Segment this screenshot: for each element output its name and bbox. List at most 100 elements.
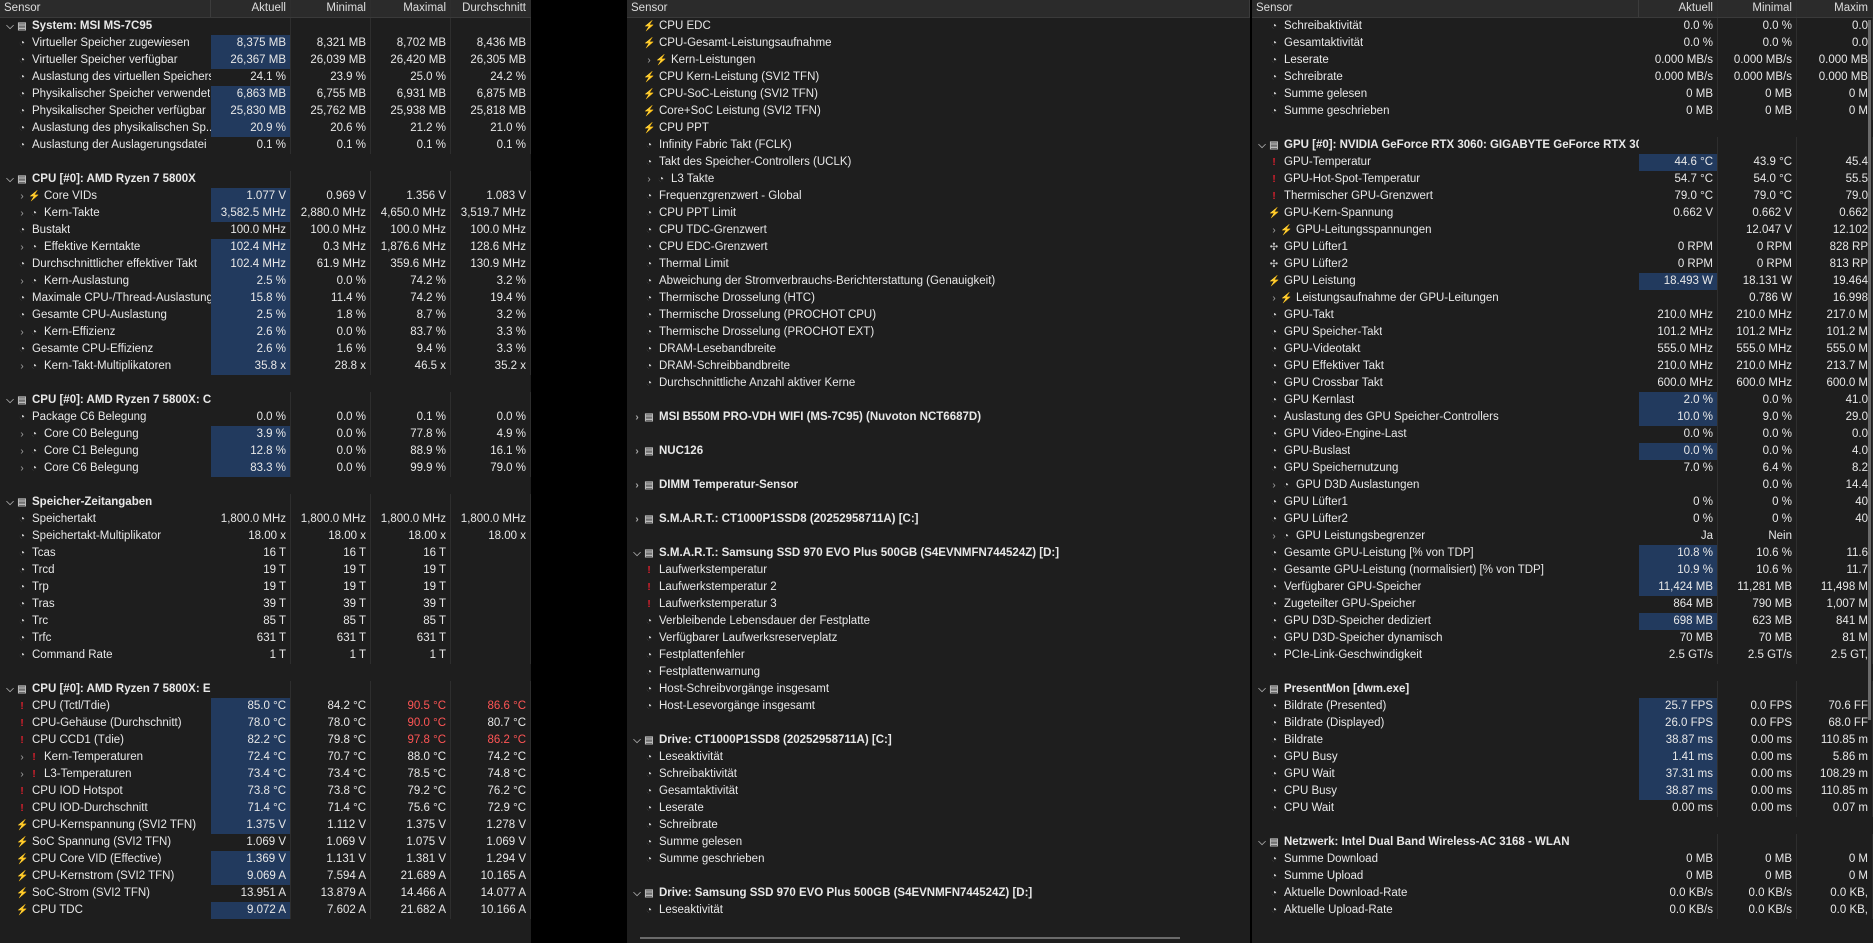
sensor-row[interactable]: ◔ Host-Schreibvorgänge insgesamt <box>627 681 1250 698</box>
sensor-row[interactable]: ◔ Summe gelesen <box>627 834 1250 851</box>
sensor-row[interactable]: ◔ Takt des Speicher-Controllers (UCLK) <box>627 154 1250 171</box>
collapse-icon[interactable]: ⌵ <box>4 392 16 409</box>
expand-icon[interactable]: › <box>643 171 655 188</box>
vertical-scrollbar[interactable] <box>1868 20 1871 720</box>
sensor-row[interactable]: ◔ Durchschnittliche Anzahl aktiver Kerne <box>627 375 1250 392</box>
sensor-row[interactable]: ⚡ CPU-Gesamt-Leistungsaufnahme <box>627 35 1250 52</box>
sensor-group-header[interactable]: ⌵ ▤ PresentMon [dwm.exe] <box>1252 681 1873 698</box>
collapse-icon[interactable]: ⌵ <box>631 885 643 902</box>
sensor-row[interactable]: ◔ Trc 85 T 85 T 85 T <box>0 613 531 630</box>
sensor-group-header[interactable]: ⌵ ▤ S.M.A.R.T.: Samsung SSD 970 EVO Plus 5… <box>627 545 1250 562</box>
column-max[interactable]: Maxim <box>1797 0 1873 17</box>
sensor-row[interactable]: › ⚡ Leistungsaufnahme der GPU-Leitungen 0.7… <box>1252 290 1873 307</box>
sensor-row[interactable]: ›! L3-Temperaturen 73.4 °C 73.4 °C 78.5 °C 74… <box>0 766 531 783</box>
sensor-group-header[interactable]: ⌵ ▤ Drive: Samsung SSD 970 EVO Plus 500GB … <box>627 885 1250 902</box>
column-max[interactable]: Maximal <box>371 0 451 17</box>
sensor-row[interactable]: ◔ Bildrate (Presented) 25.7 FPS 0.0 FPS 70.6… <box>1252 698 1873 715</box>
expand-icon[interactable]: › <box>1268 290 1280 307</box>
sensor-group-header[interactable]: ⌵ ▤ GPU [#0]: NVIDIA GeForce RTX 3060: GIG… <box>1252 137 1873 154</box>
sensor-row[interactable]: ! Laufwerkstemperatur 2 <box>627 579 1250 596</box>
sensor-row[interactable]: ◔ Auslastung des virtuellen Speichers 24.1… <box>0 69 531 86</box>
sensor-row[interactable]: ◔ Tcas 16 T 16 T 16 T <box>0 545 531 562</box>
expand-icon[interactable]: › <box>16 273 28 290</box>
expand-icon[interactable]: › <box>643 52 655 69</box>
sensor-row[interactable]: ◔ GPU Speichernutzung 7.0 % 6.4 % 8.2 <box>1252 460 1873 477</box>
sensor-group-header[interactable]: › ▤ NUC126 <box>627 443 1250 460</box>
sensor-row[interactable]: › ◔ Core C6 Belegung 83.3 % 0.0 % 99.9 % 79.0 … <box>0 460 531 477</box>
sensor-row[interactable]: ⚡ CPU-Kernstrom (SVI2 TFN) 9.069 A 7.594 A2… <box>0 868 531 885</box>
sensor-row[interactable]: ◔ Schreibaktivität 0.0 % 0.0 % 0.0 <box>1252 18 1873 35</box>
sensor-row[interactable]: ⚡ CPU-SoC-Leistung (SVI2 TFN) <box>627 86 1250 103</box>
sensor-row[interactable]: ! CPU IOD Hotspot 73.8 °C 73.8 °C 79.2 °C 76.… <box>0 783 531 800</box>
sensor-row[interactable]: ! Laufwerkstemperatur 3 <box>627 596 1250 613</box>
sensor-row[interactable]: ◔ Thermische Drosselung (PROCHOT CPU) <box>627 307 1250 324</box>
sensor-row[interactable]: ◔ Speichertakt 1,800.0 MHz 1,800.0 MHz 1,800… <box>0 511 531 528</box>
sensor-row[interactable]: ◔ Summe geschrieben 0 MB 0 MB 0 M <box>1252 103 1873 120</box>
sensor-row[interactable]: ◔ CPU Busy 38.87 ms 0.00 ms 110.85 m <box>1252 783 1873 800</box>
collapse-icon[interactable]: ⌵ <box>4 494 16 511</box>
sensor-row[interactable]: ⚡ CPU-Kernspannung (SVI2 TFN) 1.375 V 1.112… <box>0 817 531 834</box>
sensor-row[interactable]: ◔ Leserate <box>627 800 1250 817</box>
sensor-row[interactable]: ⚡ CPU EDC <box>627 18 1250 35</box>
collapse-icon[interactable]: ⌵ <box>4 681 16 698</box>
sensor-group-header[interactable]: › ▤ DIMM Temperatur-Sensor <box>627 477 1250 494</box>
sensor-row[interactable]: ◔ Host-Lesevorgänge insgesamt <box>627 698 1250 715</box>
sensor-row[interactable]: ◔ Summe gelesen 0 MB 0 MB 0 M <box>1252 86 1873 103</box>
sensor-row[interactable]: ◔ Infinity Fabric Takt (FCLK) <box>627 137 1250 154</box>
sensor-row[interactable]: ◔ GPU Video-Engine-Last 0.0 % 0.0 % 0.0 <box>1252 426 1873 443</box>
sensor-row[interactable]: ◔ CPU TDC-Grenzwert <box>627 222 1250 239</box>
sensor-row[interactable]: ◔ Auslastung der Auslagerungsdatei 0.1 % 0.… <box>0 137 531 154</box>
sensor-row[interactable]: ◔ Zugeteilter GPU-Speicher 864 MB 790 MB 1,0… <box>1252 596 1873 613</box>
sensor-row[interactable]: ◔ Aktuelle Upload-Rate 0.0 KB/s 0.0 KB/s 0.0… <box>1252 902 1873 919</box>
sensor-row[interactable]: ! CPU (Tctl/Tdie) 85.0 °C 84.2 °C 90.5 °C 86.… <box>0 698 531 715</box>
sensor-row[interactable]: ›! Kern-Temperaturen 72.4 °C 70.7 °C 88.0 °C… <box>0 749 531 766</box>
sensor-row[interactable]: ⚡ CPU Core VID (Effective) 1.369 V 1.131 V1… <box>0 851 531 868</box>
expand-icon[interactable]: › <box>16 443 28 460</box>
sensor-row[interactable]: ◔ GPU Speicher-Takt 101.2 MHz 101.2 MHz 101.… <box>1252 324 1873 341</box>
sensor-row[interactable]: ◔ Festplattenfehler <box>627 647 1250 664</box>
sensor-row[interactable]: ◔ Leseaktivität <box>627 902 1250 919</box>
column-min[interactable]: Minimal <box>1718 0 1797 17</box>
sensor-row[interactable]: ! CPU CCD1 (Tdie) 82.2 °C 79.8 °C 97.8 °C 86.… <box>0 732 531 749</box>
expand-icon[interactable]: › <box>631 443 643 460</box>
sensor-row[interactable]: › ◔ GPU Leistungsbegrenzer Ja Nein <box>1252 528 1873 545</box>
sensor-row[interactable]: ◔ GPU Busy 1.41 ms 0.00 ms 5.86 m <box>1252 749 1873 766</box>
column-min[interactable]: Minimal <box>291 0 371 17</box>
expand-icon[interactable]: › <box>16 766 28 783</box>
sensor-row[interactable]: ◔ Festplattenwarnung <box>627 664 1250 681</box>
sensor-row[interactable]: ⚡ CPU Kern-Leistung (SVI2 TFN) <box>627 69 1250 86</box>
sensor-row[interactable]: ◔ Leseaktivität <box>627 749 1250 766</box>
sensor-row[interactable]: › ◔ Effektive Kerntakte 102.4 MHz 0.3 MHz 1,8… <box>0 239 531 256</box>
sensor-row[interactable]: ⚡ GPU-Kern-Spannung 0.662 V 0.662 V 0.662 <box>1252 205 1873 222</box>
sensor-row[interactable]: ◔ GPU Crossbar Takt 600.0 MHz 600.0 MHz 600.… <box>1252 375 1873 392</box>
sensor-row[interactable]: ◔ Frequenzgrenzwert - Global <box>627 188 1250 205</box>
sensor-row[interactable]: › ◔ Kern-Takte 3,582.5 MHz 2,880.0 MHz 4,650.… <box>0 205 531 222</box>
sensor-row[interactable]: ⚡ Core+SoC Leistung (SVI2 TFN) <box>627 103 1250 120</box>
collapse-icon[interactable]: ⌵ <box>4 171 16 188</box>
expand-icon[interactable]: › <box>16 426 28 443</box>
sensor-row[interactable]: ◔ GPU-Takt 210.0 MHz 210.0 MHz 217.0 M <box>1252 307 1873 324</box>
sensor-row[interactable]: ◔ GPU Lüfter1 0 % 0 % 40 <box>1252 494 1873 511</box>
expand-icon[interactable]: › <box>1268 222 1280 239</box>
sensor-row[interactable]: ◔ DRAM-Schreibbandbreite <box>627 358 1250 375</box>
collapse-icon[interactable]: ⌵ <box>4 18 16 35</box>
sensor-row[interactable]: ◔ CPU EDC-Grenzwert <box>627 239 1250 256</box>
collapse-icon[interactable]: ⌵ <box>631 545 643 562</box>
sensor-row[interactable]: ◔ Maximale CPU-/Thread-Auslastung 15.8 % 11… <box>0 290 531 307</box>
sensor-group-header[interactable]: ⌵ ▤ Drive: CT1000P1SSD8 (20252958711A) [C:… <box>627 732 1250 749</box>
column-sensor[interactable]: Sensor <box>1252 0 1639 17</box>
sensor-row[interactable]: ◔ Thermal Limit <box>627 256 1250 273</box>
sensor-row[interactable]: › ◔ Kern-Effizienz 2.6 % 0.0 % 83.7 % 3.3 % <box>0 324 531 341</box>
sensor-row[interactable]: ◔ Thermische Drosselung (HTC) <box>627 290 1250 307</box>
sensor-row[interactable]: ◔ Gesamte CPU-Auslastung 2.5 % 1.8 % 8.7 % 3.… <box>0 307 531 324</box>
sensor-row[interactable]: ◔ Gesamte CPU-Effizienz 2.6 % 1.6 % 9.4 % 3.3… <box>0 341 531 358</box>
sensor-row[interactable]: ◔ DRAM-Lesebandbreite <box>627 341 1250 358</box>
sensor-row[interactable]: ◔ GPU Lüfter2 0 % 0 % 40 <box>1252 511 1873 528</box>
sensor-row[interactable]: ◔ Virtueller Speicher zugewiesen 8,375 MB 8… <box>0 35 531 52</box>
sensor-group-header[interactable]: ⌵▤ CPU [#0]: AMD Ryzen 7 5800X: C-State B… <box>0 392 531 409</box>
sensor-row[interactable]: › ◔ Kern-Auslastung 2.5 % 0.0 % 74.2 % 3.2 % <box>0 273 531 290</box>
sensor-row[interactable]: ✣ GPU Lüfter2 0 RPM 0 RPM 813 RP <box>1252 256 1873 273</box>
sensor-row[interactable]: ◔ Summe Upload 0 MB 0 MB 0 M <box>1252 868 1873 885</box>
sensor-group-header[interactable]: ⌵ ▤ Speicher-Zeitangaben <box>0 494 531 511</box>
collapse-icon[interactable]: ⌵ <box>1256 681 1268 698</box>
